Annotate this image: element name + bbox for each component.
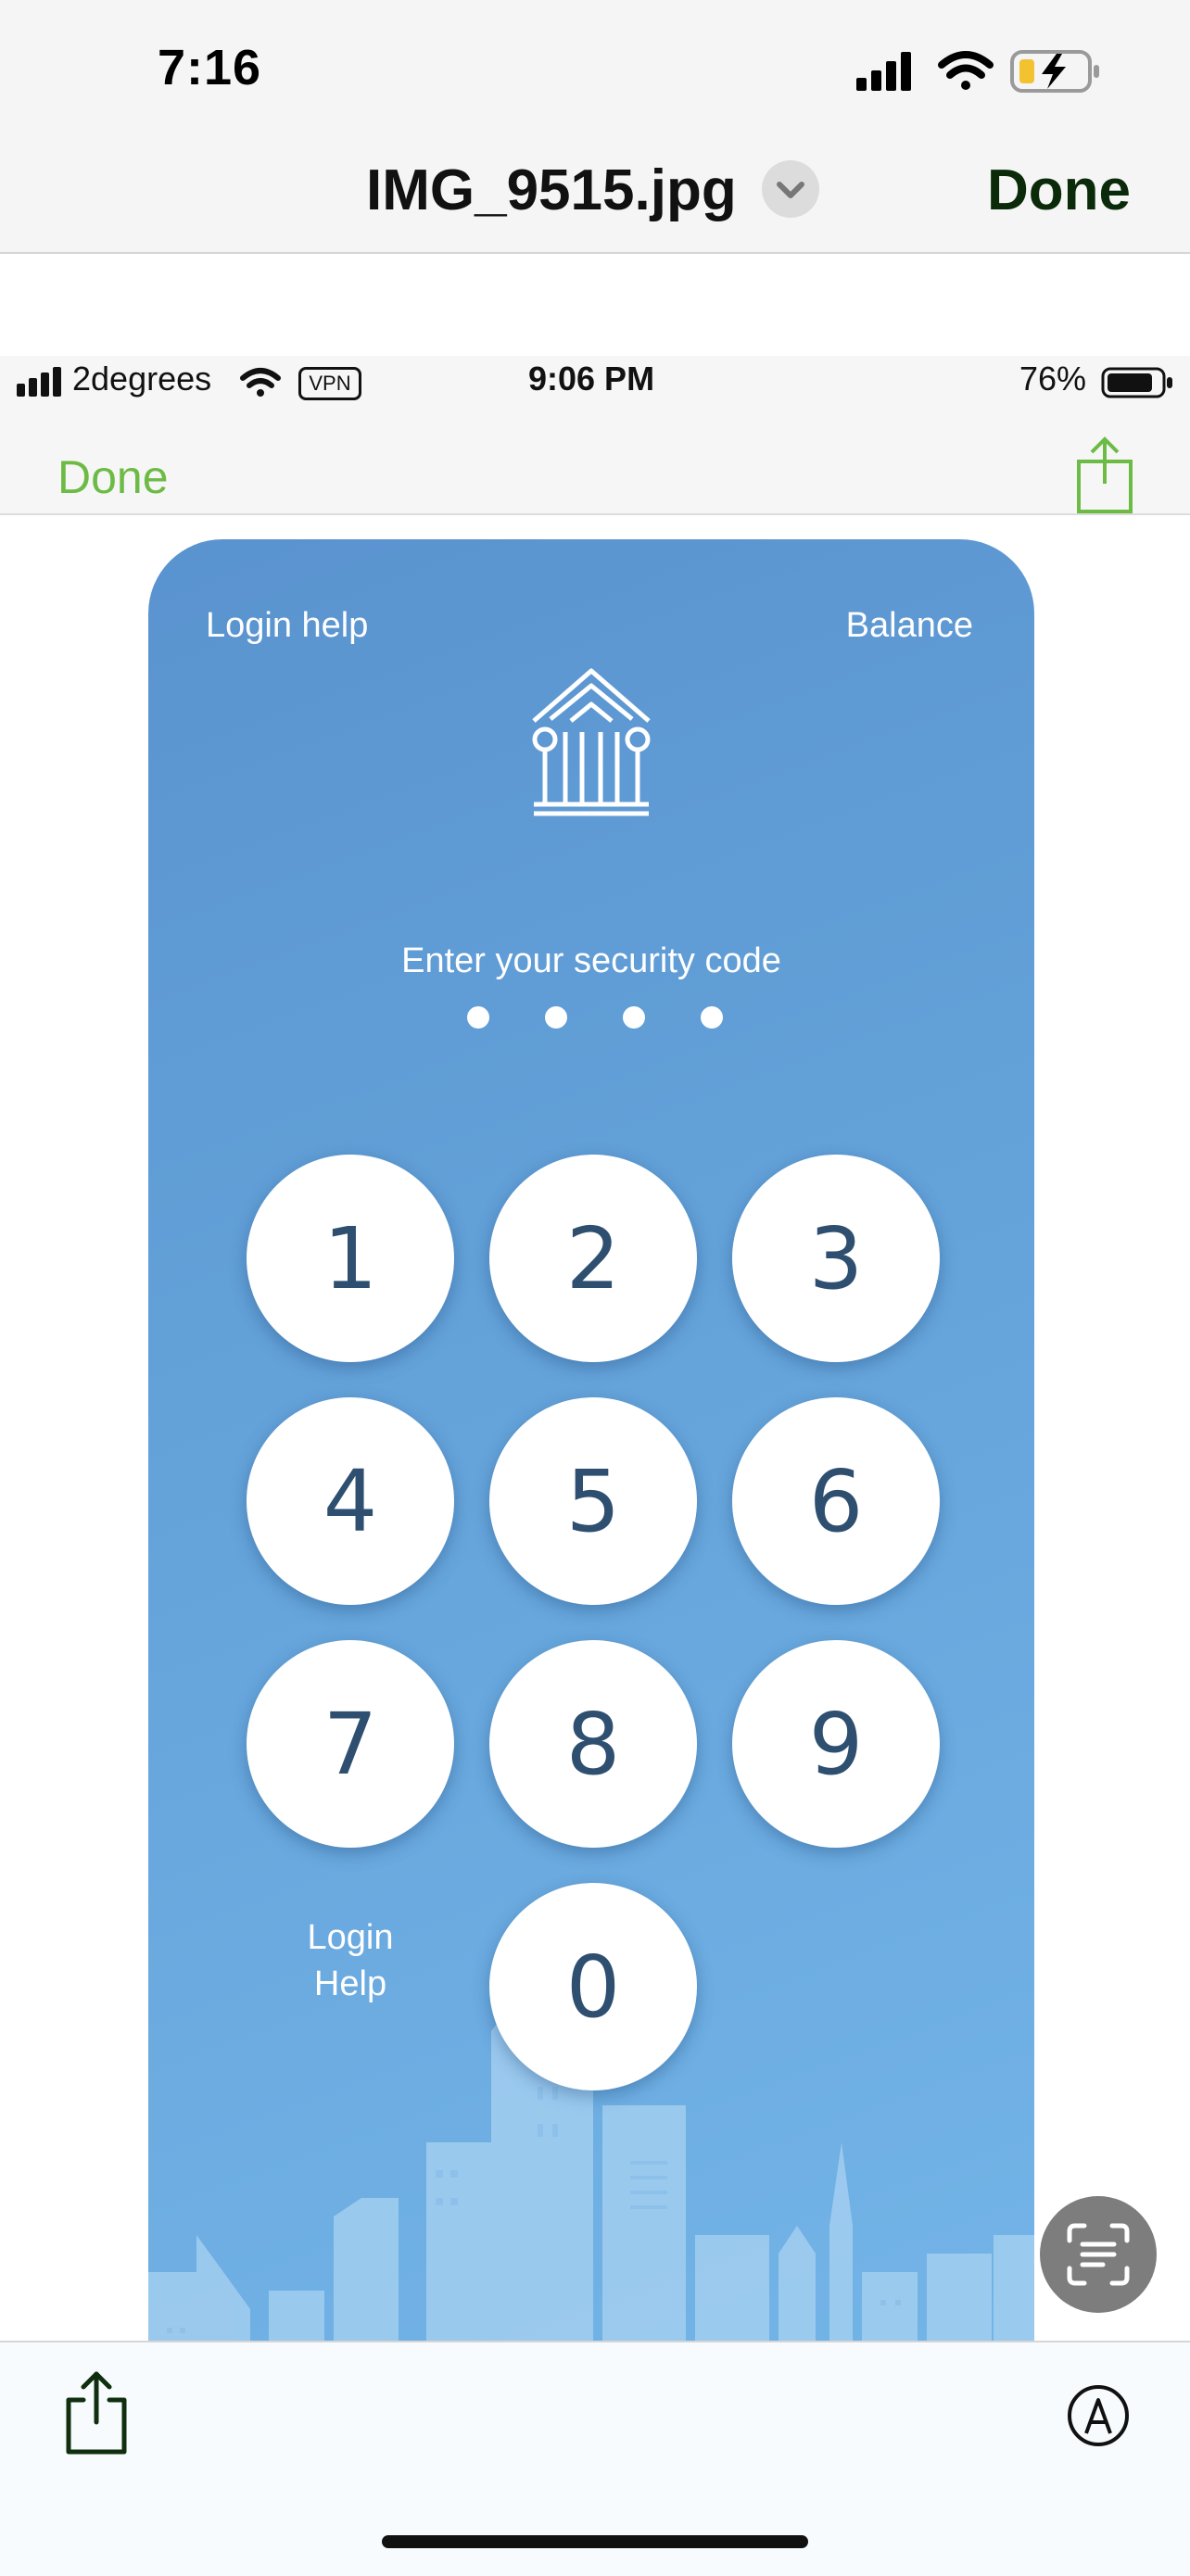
inner-battery-percent: 76% [1019,360,1087,398]
keypad-key-0: 0 [489,1883,697,2090]
keypad-key-8: 8 [489,1640,697,1848]
bank-logo-icon [532,668,651,816]
code-dot [701,1006,723,1029]
balance-link: Balance [845,606,973,645]
file-title[interactable]: IMG_9515.jpg [366,158,737,223]
keypad-key-1: 1 [247,1155,454,1362]
inner-time: 9:06 PM [528,360,655,398]
live-text-icon [1067,2223,1130,2286]
inner-signal-icon [17,367,67,401]
vpn-badge: VPN [298,367,361,400]
keypad-key-4: 4 [247,1397,454,1605]
keypad-key-5: 5 [489,1397,697,1605]
login-help-line-1: Login [307,1918,394,1957]
security-code-prompt: Enter your security code [401,941,781,980]
login-help-link: Login help [206,606,369,645]
inner-done-button: Done [57,451,169,503]
wifi-icon [938,51,994,90]
share-icon [66,2371,127,2455]
keypad-key-9: 9 [732,1640,940,1848]
keypad-key-3: 3 [732,1155,940,1362]
inner-nav-bar [0,411,1190,515]
photo-content: 2degrees VPN 9:06 PM 76% Done Login help… [0,254,1190,2341]
markup-button[interactable] [1066,2383,1131,2453]
keypad-key-7: 7 [247,1640,454,1848]
ios-status-icons [856,44,1190,100]
inner-share-icon [1075,436,1134,520]
bank-login-card: Login help Balance Enter your security c… [148,539,1034,2341]
keypad-key-2: 2 [489,1155,697,1362]
home-indicator [382,2535,808,2548]
cellular-signal-icon [856,52,911,91]
inner-carrier: 2degrees [72,360,212,398]
inner-wifi-icon [239,367,282,403]
markup-icon [1068,2385,1129,2446]
code-dot [545,1006,567,1029]
inner-battery-icon [1101,367,1175,403]
code-dot [623,1006,645,1029]
code-dot [467,1006,489,1029]
login-help-line-2: Help [313,1964,387,2003]
title-menu-button[interactable] [762,160,819,218]
keypad-key-6: 6 [732,1397,940,1605]
share-button[interactable] [61,2368,132,2462]
viewer-done-button[interactable]: Done [987,158,1131,223]
live-text-button[interactable] [1040,2196,1157,2313]
chevron-down-icon [777,182,804,198]
login-help-keypad-link: Login Help [258,1914,443,2007]
battery-charging-icon [1010,50,1099,93]
ios-time: 7:16 [158,40,262,95]
